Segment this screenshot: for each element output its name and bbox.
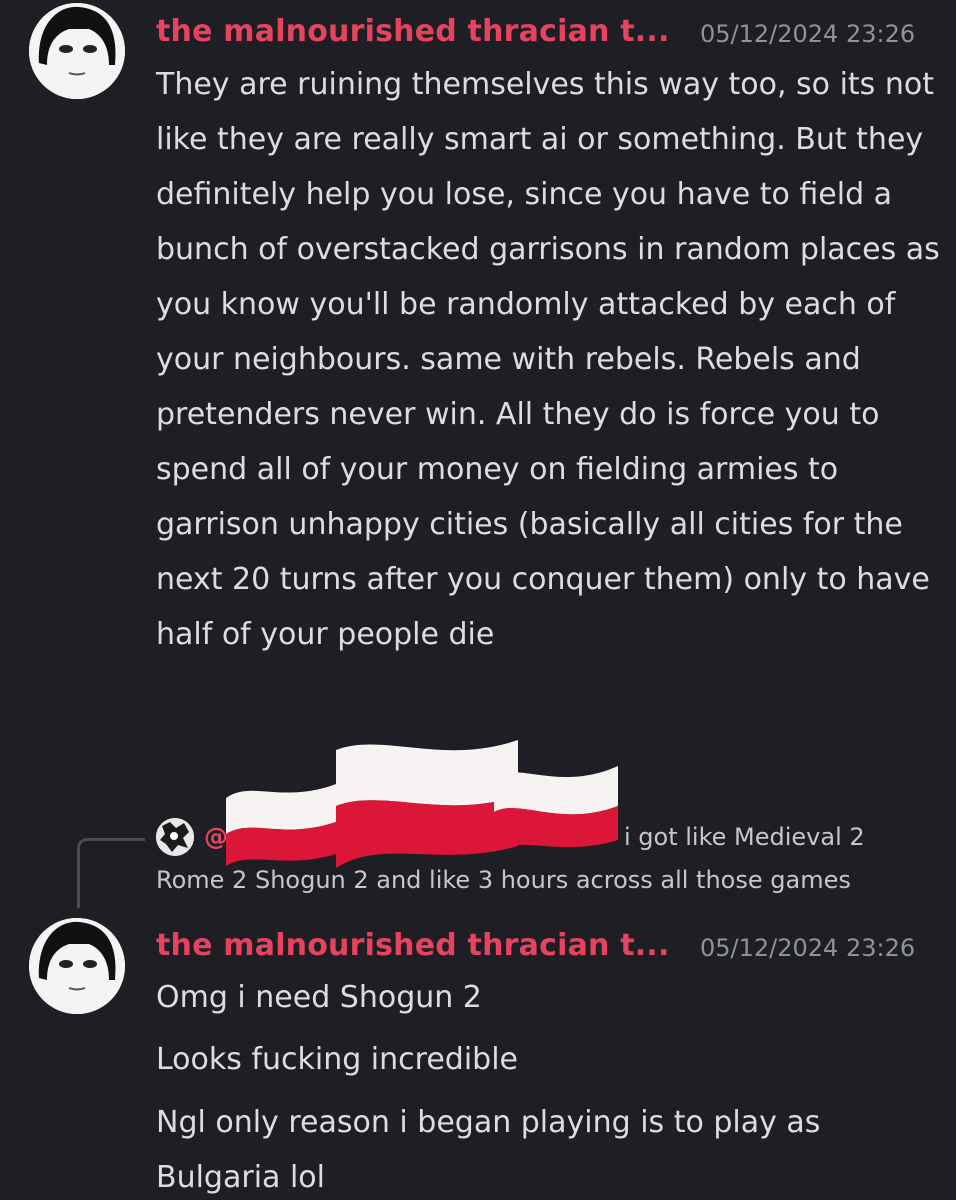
message-line: Omg i need Shogun 2 (156, 980, 482, 1015)
message-timestamp: 05/12/2024 23:26 (700, 20, 916, 48)
avatar-portrait-icon (29, 3, 125, 99)
message-line: Bulgaria lol (156, 1160, 325, 1195)
message-text: They are ruining themselves this way too… (156, 67, 940, 652)
poland-flag-icon (226, 784, 336, 866)
message-line: Ngl only reason i began playing is to pl… (156, 1105, 821, 1140)
message-username[interactable]: the malnourished thracian t... (156, 12, 670, 52)
reply-avatar[interactable] (156, 818, 194, 856)
user-avatar[interactable] (29, 918, 125, 1014)
poland-flag-icon (494, 766, 618, 852)
reply-preview-text[interactable]: i got like Medieval 2 (624, 817, 865, 857)
user-avatar[interactable] (29, 3, 125, 99)
message-timestamp: 05/12/2024 23:26 (700, 934, 916, 962)
reply-connector-line (77, 838, 145, 908)
message-username[interactable]: the malnourished thracian t... (156, 926, 670, 966)
message-line: Looks fucking incredible (156, 1042, 518, 1077)
avatar-portrait-icon (29, 918, 125, 1014)
reply-avatar-icon (156, 818, 194, 856)
